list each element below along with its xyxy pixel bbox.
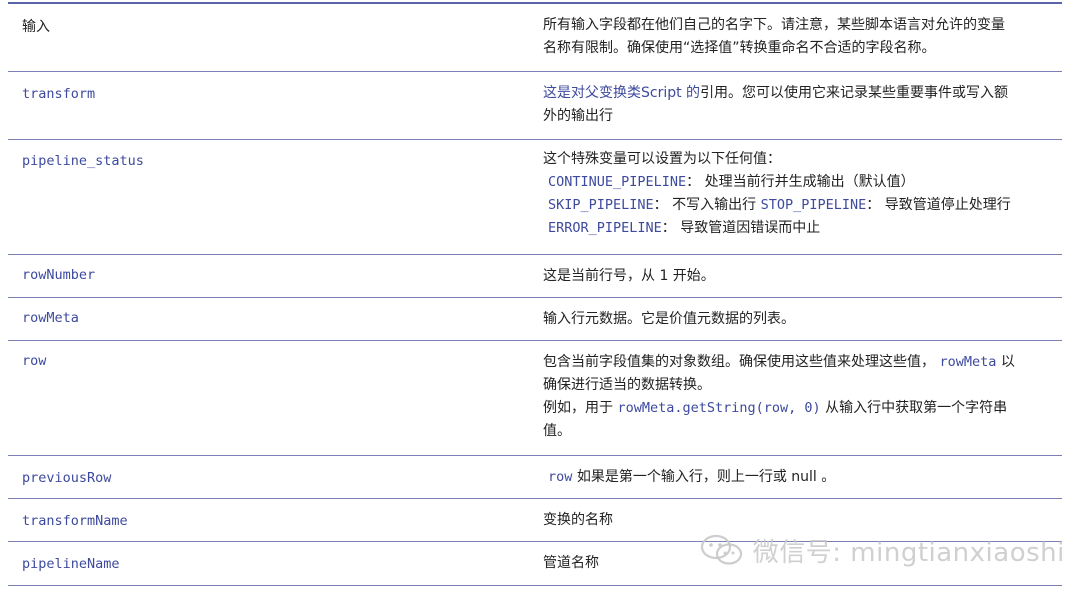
description-line: 确保进行适当的数据转换。: [543, 376, 711, 393]
variable-name: 输入: [22, 19, 50, 35]
variable-description-cell: row 如果是第一个输入行，则上一行或 null 。: [543, 455, 1062, 499]
table-row: rowMeta 输入行元数据。它是价值元数据的列表。: [8, 297, 1062, 341]
variable-description-cell: 输入行元数据。它是价值元数据的列表。: [543, 297, 1062, 341]
table-row: 输入 所有输入字段都在他们自己的名字下。请注意，某些脚本语言对允许的变量 名称有…: [8, 4, 1062, 72]
description-line: 这是对父变换类Script 的引用。您可以使用它来记录某些重要事件或写入额: [543, 82, 1052, 105]
script-class-link[interactable]: 这是对父变换类Script 的: [543, 85, 700, 101]
description-text: 如果是第一个输入行，则上一行或 null 。: [576, 468, 836, 485]
description-text: ： 处理当前行并生成输出（默认值）: [686, 173, 915, 190]
variable-name: rowMeta: [22, 309, 79, 326]
variable-name-cell: previousRow: [8, 455, 543, 499]
code-constant: CONTINUE_PIPELINE: [548, 173, 687, 190]
variable-description-cell: 包含当前字段值集的对象数组。确保使用这些值来处理这些值， rowMeta 以 确…: [543, 340, 1062, 456]
variable-name-cell: transform: [8, 71, 543, 140]
variable-name-cell: rowNumber: [8, 254, 543, 298]
variable-description-cell: 这个特殊变量可以设置为以下任何值： CONTINUE_PIPELINE： 处理当…: [543, 139, 1062, 255]
wechat-watermark: 微信号: mingtianxiaoshi: [700, 532, 1064, 574]
description-text: 从输入行中获取第一个字符串: [825, 399, 1008, 416]
description-line: 例如，用于 rowMeta.getString(row, 0) 从输入行中获取第…: [543, 397, 1052, 420]
code-reference: rowMeta.getString(row, 0): [617, 399, 821, 416]
watermark-text: 微信号: mingtianxiaoshi: [752, 538, 1065, 568]
wechat-icon: [700, 533, 744, 574]
variable-name: transformName: [22, 512, 128, 529]
variable-description-cell: 所有输入字段都在他们自己的名字下。请注意，某些脚本语言对允许的变量 名称有限制。…: [543, 4, 1062, 72]
variable-name: transform: [22, 85, 96, 102]
variable-name: pipeline_status: [22, 152, 144, 169]
variable-description-cell: 这是当前行号，从 1 开始。: [543, 254, 1062, 298]
table-row: pipeline_status 这个特殊变量可以设置为以下任何值： CONTIN…: [8, 139, 1062, 255]
variable-name-cell: pipelineName: [8, 541, 543, 586]
variable-name-cell: 输入: [8, 4, 543, 72]
description-line: CONTINUE_PIPELINE： 处理当前行并生成输出（默认值）: [543, 171, 1052, 194]
description-line: 输入行元数据。它是价值元数据的列表。: [543, 310, 795, 327]
description-text: 以: [1000, 353, 1015, 370]
code-constant: STOP_PIPELINE: [760, 196, 867, 213]
description-text: 例如，用于: [543, 399, 613, 416]
variable-name-cell: row: [8, 340, 543, 456]
variable-name: row: [22, 352, 47, 369]
variable-name-cell: pipeline_status: [8, 139, 543, 255]
description-line: 包含当前字段值集的对象数组。确保使用这些值来处理这些值， rowMeta 以: [543, 351, 1052, 374]
code-constant: ERROR_PIPELINE: [548, 219, 662, 236]
variables-table: 输入 所有输入字段都在他们自己的名字下。请注意，某些脚本语言对允许的变量 名称有…: [8, 4, 1062, 586]
description-line: ERROR_PIPELINE： 导致管道因错误而中止: [543, 217, 1052, 240]
description-line: 这个特殊变量可以设置为以下任何值：: [543, 150, 781, 167]
description-text: 包含当前字段值集的对象数组。确保使用这些值来处理这些值，: [543, 353, 935, 370]
code-reference: row: [548, 468, 573, 485]
description-text: ： 导致管道因错误而中止: [661, 219, 821, 236]
description-line: row 如果是第一个输入行，则上一行或 null 。: [543, 466, 1052, 489]
variable-name: rowNumber: [22, 266, 96, 283]
description-text: ： 导致管道停止处理行: [866, 196, 1011, 213]
description-line: 所有输入字段都在他们自己的名字下。请注意，某些脚本语言对允许的变量: [543, 17, 1005, 33]
table-row: previousRow row 如果是第一个输入行，则上一行或 null 。: [8, 455, 1062, 499]
table-row: row 包含当前字段值集的对象数组。确保使用这些值来处理这些值， rowMeta…: [8, 340, 1062, 456]
description-line: 变换的名称: [543, 511, 613, 528]
description-line: 外的输出行: [543, 107, 613, 124]
variable-description-cell: 这是对父变换类Script 的引用。您可以使用它来记录某些重要事件或写入额 外的…: [543, 71, 1062, 140]
description-line: SKIP_PIPELINE： 不写入输出行 STOP_PIPELINE： 导致管…: [543, 194, 1052, 217]
variable-name-cell: rowMeta: [8, 297, 543, 341]
variable-name-cell: transformName: [8, 498, 543, 542]
variable-name: pipelineName: [22, 555, 120, 572]
description-line: 值。: [543, 422, 571, 439]
table-row: transform 这是对父变换类Script 的引用。您可以使用它来记录某些重…: [8, 71, 1062, 140]
code-constant: SKIP_PIPELINE: [548, 196, 654, 213]
description-line: 这是当前行号，从 1 开始。: [543, 267, 715, 284]
variable-name: previousRow: [22, 469, 112, 486]
code-reference: rowMeta: [939, 353, 997, 370]
description-text: 引用。您可以使用它来记录某些重要事件或写入额: [700, 84, 1009, 101]
description-text: ： 不写入输出行: [653, 196, 761, 213]
description-line: 名称有限制。确保使用“选择值”转换重命名不合适的字段名称。: [543, 40, 936, 56]
table-row: rowNumber 这是当前行号，从 1 开始。: [8, 254, 1062, 298]
